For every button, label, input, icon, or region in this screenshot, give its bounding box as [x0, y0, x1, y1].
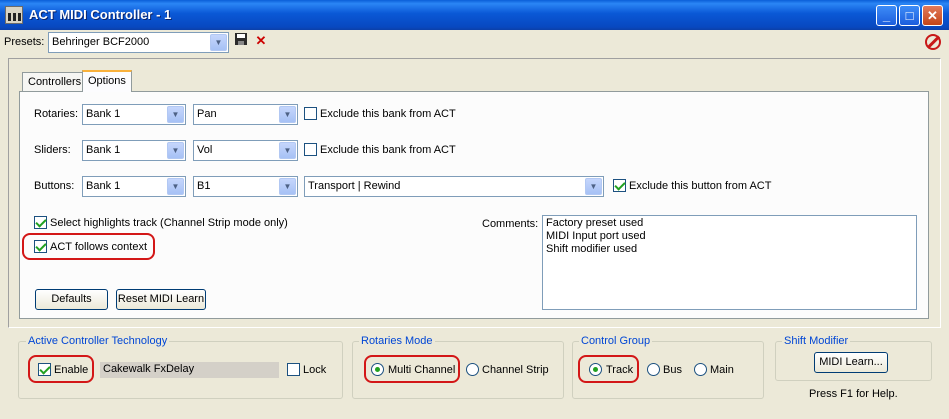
comment-line: MIDI Input port used: [546, 230, 646, 242]
main-radio[interactable]: [694, 363, 707, 376]
presets-value: Behringer BCF2000: [52, 36, 150, 48]
act-follows-context-checkbox[interactable]: [34, 240, 47, 253]
buttons-action-dropdown[interactable]: Transport | Rewind ▼: [304, 176, 604, 197]
chevron-down-icon: ▼: [279, 142, 296, 159]
chevron-down-icon: ▼: [210, 34, 227, 51]
comment-line: Factory preset used: [546, 217, 644, 229]
defaults-button[interactable]: Defaults: [35, 289, 108, 310]
shift-modifier-title: Shift Modifier: [782, 335, 851, 347]
act-enable-checkbox[interactable]: [38, 363, 51, 376]
comments-textarea[interactable]: Factory preset used MIDI Input port used…: [542, 215, 917, 310]
midi-learn-button[interactable]: MIDI Learn...: [814, 352, 888, 373]
act-follows-context-label: ACT follows context: [50, 241, 148, 253]
channel-strip-label: Channel Strip: [482, 364, 549, 376]
multi-channel-radio[interactable]: [371, 363, 384, 376]
sliders-param-dropdown[interactable]: Vol ▼: [193, 140, 298, 161]
control-group-title: Control Group: [579, 335, 653, 347]
buttons-label: Buttons:: [34, 180, 75, 192]
act-plugin-field: Cakewalk FxDelay: [100, 362, 279, 378]
chevron-down-icon: ▼: [167, 106, 184, 123]
buttons-param-value: B1: [197, 180, 211, 192]
rotaries-bank-value: Bank 1: [86, 108, 121, 120]
buttons-param-dropdown[interactable]: B1 ▼: [193, 176, 298, 197]
delete-preset-button[interactable]: ✕: [251, 32, 271, 52]
window-title: ACT MIDI Controller - 1: [29, 7, 172, 22]
act-lock-label: Lock: [303, 364, 327, 376]
presets-label: Presets:: [4, 36, 45, 48]
rotaries-label: Rotaries:: [34, 108, 79, 120]
save-icon: [235, 33, 247, 45]
act-lock-checkbox[interactable]: [287, 363, 300, 376]
chevron-down-icon: ▼: [279, 178, 296, 195]
rotaries-bank-dropdown[interactable]: Bank 1 ▼: [82, 104, 186, 125]
rotaries-param-dropdown[interactable]: Pan ▼: [193, 104, 298, 125]
rotaries-mode-title: Rotaries Mode: [359, 335, 435, 347]
tab-options[interactable]: Options: [82, 70, 132, 92]
chevron-down-icon: ▼: [167, 178, 184, 195]
app-icon[interactable]: [5, 6, 23, 24]
channel-strip-radio[interactable]: [466, 363, 479, 376]
track-radio[interactable]: [589, 363, 602, 376]
delete-icon: ✕: [255, 33, 267, 48]
help-text: Press F1 for Help.: [809, 388, 898, 400]
sliders-label: Sliders:: [34, 144, 71, 156]
act-group-title: Active Controller Technology: [26, 335, 170, 347]
sliders-param-value: Vol: [197, 144, 213, 156]
reset-midi-learn-button[interactable]: Reset MIDI Learn: [116, 289, 206, 310]
rotaries-param-value: Pan: [197, 108, 217, 120]
tab-controllers[interactable]: Controllers: [22, 72, 88, 92]
sliders-exclude-label: Exclude this bank from ACT: [320, 144, 456, 156]
buttons-bank-value: Bank 1: [86, 180, 121, 192]
buttons-bank-dropdown[interactable]: Bank 1 ▼: [82, 176, 186, 197]
comment-line: Shift modifier used: [546, 243, 638, 255]
save-preset-button[interactable]: [231, 32, 251, 52]
maximize-button[interactable]: □: [899, 5, 920, 26]
buttons-exclude-checkbox[interactable]: [613, 179, 626, 192]
sliders-exclude-checkbox[interactable]: [304, 143, 317, 156]
buttons-action-value: Transport | Rewind: [308, 180, 401, 192]
buttons-exclude-label: Exclude this button from ACT: [629, 180, 772, 192]
rotaries-exclude-checkbox[interactable]: [304, 107, 317, 120]
track-label: Track: [606, 364, 634, 376]
presets-dropdown[interactable]: Behringer BCF2000 ▼: [48, 32, 229, 53]
sliders-bank-dropdown[interactable]: Bank 1 ▼: [82, 140, 186, 161]
select-highlights-label: Select highlights track (Channel Strip m…: [50, 217, 288, 229]
comments-label: Comments:: [482, 218, 539, 230]
rotaries-exclude-label: Exclude this bank from ACT: [320, 108, 456, 120]
main-label: Main: [710, 364, 734, 376]
disable-icon[interactable]: [925, 34, 941, 50]
act-enable-label: Enable: [54, 364, 89, 376]
minimize-button[interactable]: _: [876, 5, 897, 26]
sliders-bank-value: Bank 1: [86, 144, 121, 156]
multi-channel-label: Multi Channel: [388, 364, 456, 376]
bus-radio[interactable]: [647, 363, 660, 376]
close-button[interactable]: ✕: [922, 5, 943, 26]
select-highlights-checkbox[interactable]: [34, 216, 47, 229]
chevron-down-icon: ▼: [585, 178, 602, 195]
chevron-down-icon: ▼: [279, 106, 296, 123]
chevron-down-icon: ▼: [167, 142, 184, 159]
bus-label: Bus: [663, 364, 682, 376]
